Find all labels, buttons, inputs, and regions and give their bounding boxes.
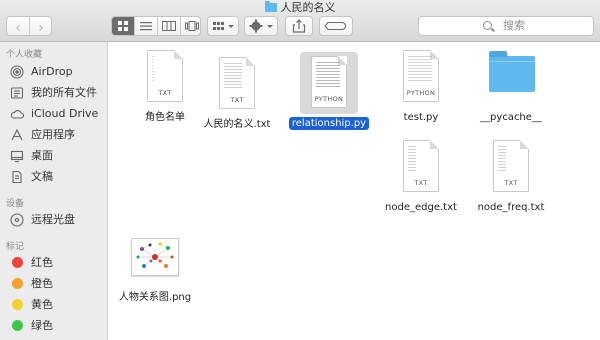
yellow-tag-icon bbox=[12, 299, 23, 310]
window-title: 人民的名义 bbox=[0, 1, 600, 15]
file-item[interactable]: TXT node_edge.txt bbox=[377, 138, 465, 214]
coverflow-icon bbox=[185, 21, 199, 31]
icon-view-button[interactable] bbox=[112, 17, 135, 35]
sidebar-item-all-files[interactable]: 我的所有文件 bbox=[10, 84, 106, 102]
sidebar-item-tag-yellow[interactable]: 黄色 bbox=[10, 296, 106, 314]
file-item-selected[interactable]: PYTHON relationship.py bbox=[285, 52, 373, 130]
file-item[interactable]: PYTHON test.py bbox=[377, 48, 465, 124]
search-icon bbox=[483, 21, 492, 30]
txt-file-icon: TXT bbox=[209, 55, 265, 115]
tags-header: 标记 bbox=[6, 242, 25, 252]
folder-icon bbox=[483, 48, 539, 108]
sidebar-item-label: 红色 bbox=[31, 256, 53, 269]
remote-disc-icon bbox=[10, 213, 24, 227]
share-button[interactable] bbox=[285, 16, 313, 36]
python-file-icon: PYTHON bbox=[300, 52, 358, 114]
sidebar-item-tag-red[interactable]: 红色 bbox=[10, 254, 106, 272]
sidebar-item-tag-orange[interactable]: 橙色 bbox=[10, 275, 106, 293]
applications-icon bbox=[11, 128, 23, 141]
window-title-text: 人民的名义 bbox=[280, 1, 336, 14]
file-name: 人物关系图.png bbox=[118, 292, 192, 303]
view-mode-segment bbox=[111, 16, 201, 36]
column-view-button[interactable] bbox=[158, 17, 181, 35]
favorites-header: 个人收藏 bbox=[6, 50, 43, 60]
list-icon bbox=[140, 22, 152, 31]
arrange-icon bbox=[213, 22, 234, 30]
toolbar: 人民的名义 ‹ › 搜索 bbox=[0, 0, 600, 42]
txt-file-icon: TXT bbox=[483, 138, 539, 198]
sidebar-item-label: AirDrop bbox=[31, 65, 73, 78]
sidebar-item-label: 我的所有文件 bbox=[31, 86, 97, 99]
coverflow-view-button[interactable] bbox=[181, 17, 200, 35]
file-item[interactable]: TXT 人民的名义.txt bbox=[193, 55, 281, 131]
file-name: node_edge.txt bbox=[385, 202, 457, 213]
all-files-icon bbox=[10, 87, 24, 99]
list-view-button[interactable] bbox=[135, 17, 158, 35]
sidebar-item-desktop[interactable]: 桌面 bbox=[10, 147, 106, 165]
graph-thumbnail-icon bbox=[136, 242, 174, 268]
sidebar-item-label: iCloud Drive bbox=[31, 107, 99, 120]
sidebar-item-documents[interactable]: 文稿 bbox=[10, 168, 106, 186]
search-field[interactable]: 搜索 bbox=[418, 16, 594, 36]
green-tag-icon bbox=[12, 320, 23, 331]
forward-button[interactable]: › bbox=[30, 17, 51, 36]
python-file-icon: PYTHON bbox=[393, 48, 449, 108]
sidebar-item-label: 远程光盘 bbox=[31, 213, 75, 226]
txt-file-icon: TXT bbox=[137, 48, 193, 108]
file-name: 人民的名义.txt bbox=[203, 119, 271, 130]
red-tag-icon bbox=[12, 257, 23, 268]
desktop-icon bbox=[10, 150, 24, 163]
orange-tag-icon bbox=[12, 278, 23, 289]
sidebar-item-label: 橙色 bbox=[31, 277, 53, 290]
folder-icon bbox=[264, 1, 277, 12]
chevron-right-icon: › bbox=[38, 20, 44, 36]
action-button[interactable] bbox=[244, 16, 278, 36]
sidebar-item-airdrop[interactable]: AirDrop bbox=[10, 63, 106, 81]
file-item[interactable]: 人物关系图.png bbox=[111, 228, 199, 304]
file-item[interactable]: TXT node_freq.txt bbox=[467, 138, 555, 214]
gear-icon bbox=[249, 19, 273, 33]
sidebar-item-label: 桌面 bbox=[31, 149, 53, 162]
sidebar-item-tag-green[interactable]: 绿色 bbox=[10, 317, 106, 335]
documents-icon bbox=[12, 170, 22, 184]
grid-icon bbox=[118, 21, 128, 31]
txt-file-icon: TXT bbox=[393, 138, 449, 198]
sidebar-item-label: 文稿 bbox=[31, 170, 53, 183]
columns-icon bbox=[162, 21, 176, 31]
back-button[interactable]: ‹ bbox=[7, 17, 30, 35]
sidebar: 个人收藏 AirDrop 我的所有文件 iCloud Drive 应用程序 桌面… bbox=[0, 42, 108, 340]
arrange-button[interactable] bbox=[207, 16, 239, 36]
file-area: TXT 角色名单 TXT 人民的名义.txt PYTHON relationsh… bbox=[108, 42, 600, 340]
file-name: node_freq.txt bbox=[477, 202, 545, 213]
file-name: test.py bbox=[403, 112, 439, 123]
sidebar-item-label: 应用程序 bbox=[31, 128, 75, 141]
share-icon bbox=[292, 19, 306, 33]
airdrop-icon bbox=[10, 65, 24, 79]
tag-button[interactable] bbox=[319, 16, 353, 36]
devices-header: 设备 bbox=[6, 199, 25, 209]
chevron-left-icon: ‹ bbox=[15, 20, 21, 36]
sidebar-item-label: 绿色 bbox=[31, 319, 53, 332]
tag-icon bbox=[324, 21, 347, 31]
sidebar-item-remote-disc[interactable]: 远程光盘 bbox=[10, 211, 106, 229]
sidebar-item-applications[interactable]: 应用程序 bbox=[10, 126, 106, 144]
file-name: __pycache__ bbox=[480, 112, 542, 123]
finder-window: 人民的名义 ‹ › 搜索 个人收藏 AirDrop 我的所有文件 iCloud … bbox=[0, 0, 600, 340]
search-placeholder: 搜索 bbox=[503, 19, 525, 32]
icloud-icon bbox=[10, 109, 24, 119]
file-name: relationship.py bbox=[285, 117, 373, 130]
nav-buttons: ‹ › bbox=[6, 16, 52, 36]
sidebar-item-icloud[interactable]: iCloud Drive bbox=[10, 105, 106, 123]
image-file-icon bbox=[127, 228, 183, 288]
file-item[interactable]: __pycache__ bbox=[467, 48, 555, 124]
sidebar-item-label: 黄色 bbox=[31, 298, 53, 311]
